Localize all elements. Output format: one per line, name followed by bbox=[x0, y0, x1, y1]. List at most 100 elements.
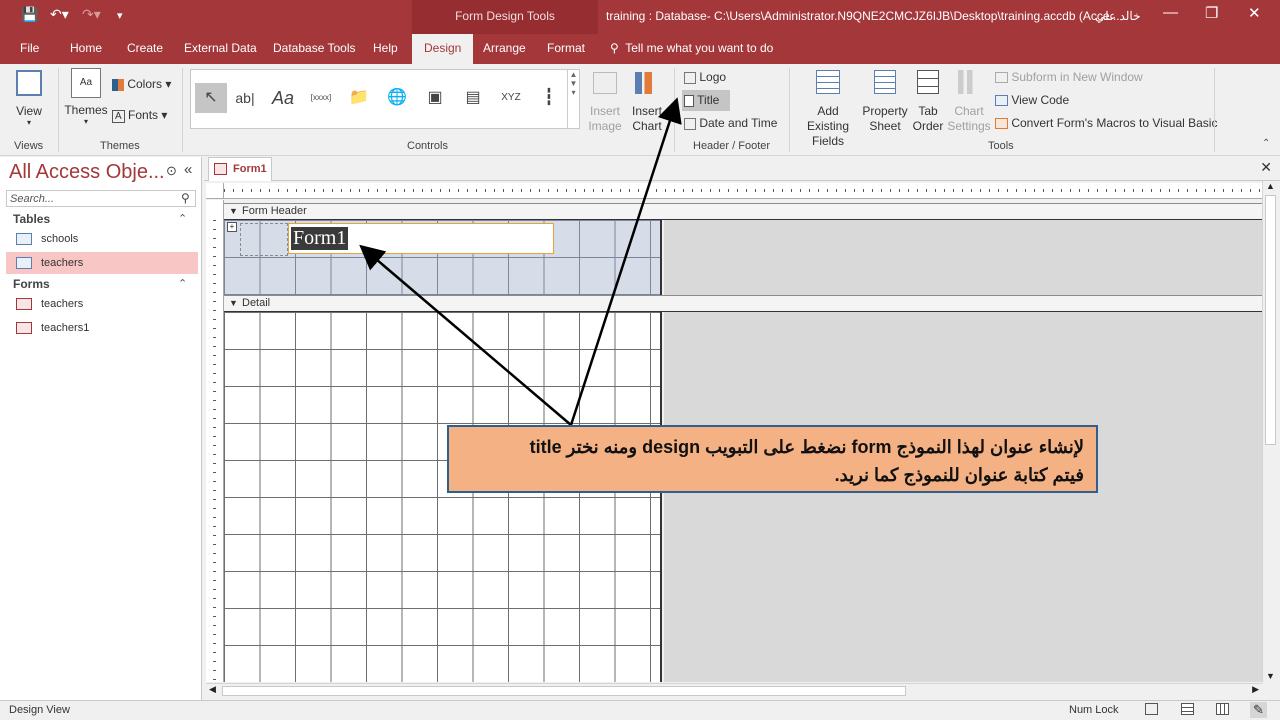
status-bar: Design View Num Lock ✎ bbox=[0, 700, 1280, 720]
document-tab-form1[interactable]: Form1 bbox=[208, 157, 272, 181]
tab-arrange[interactable]: Arrange bbox=[483, 41, 526, 55]
user-name[interactable]: خالد علي bbox=[1095, 9, 1141, 23]
convert-macros-button[interactable]: Convert Form's Macros to Visual Basic bbox=[995, 116, 1217, 130]
form-selector[interactable] bbox=[206, 183, 224, 199]
restore-icon[interactable]: ❐ bbox=[1205, 4, 1218, 22]
web-browser-control-icon[interactable]: ▣ bbox=[419, 83, 451, 113]
form-title-label[interactable]: Form1 bbox=[288, 223, 554, 254]
tab-external-data[interactable]: External Data bbox=[184, 41, 257, 55]
scroll-down-icon[interactable]: ▼ bbox=[1266, 671, 1275, 681]
label-control-icon[interactable]: Aa bbox=[267, 83, 299, 113]
tab-order-button[interactable]: Tab Order bbox=[911, 70, 945, 134]
add-existing-fields-button[interactable]: Add Existing Fields bbox=[796, 70, 860, 149]
insert-image-button[interactable]: Insert Image bbox=[586, 72, 624, 134]
fonts-button[interactable]: A Fonts ▾ bbox=[112, 108, 167, 123]
detail-section[interactable] bbox=[224, 312, 662, 682]
chart-icon bbox=[635, 72, 659, 94]
logo-button[interactable]: Logo bbox=[684, 70, 726, 84]
page-break-icon[interactable]: ┇ bbox=[533, 83, 565, 113]
chart-settings-button[interactable]: Chart Settings bbox=[947, 70, 991, 134]
horizontal-scroll-thumb[interactable] bbox=[222, 686, 906, 696]
view-code-icon bbox=[995, 95, 1008, 107]
tab-create[interactable]: Create bbox=[127, 41, 163, 55]
form-view-icon[interactable] bbox=[1145, 703, 1158, 715]
status-view-label: Design View bbox=[9, 704, 70, 716]
controls-group-label: Controls bbox=[407, 140, 448, 152]
collapse-ribbon-icon[interactable]: ⌃ bbox=[1262, 138, 1270, 149]
tab-database-tools[interactable]: Database Tools bbox=[273, 41, 356, 55]
minimize-icon[interactable]: — bbox=[1163, 4, 1178, 21]
tab-file[interactable]: File bbox=[20, 41, 39, 55]
select-pointer-icon[interactable]: ↖ bbox=[195, 83, 227, 113]
save-icon[interactable]: 💾 bbox=[21, 6, 38, 23]
tables-collapse-icon[interactable]: ⌃ bbox=[178, 212, 187, 225]
nav-search-input[interactable]: Search... bbox=[6, 190, 196, 207]
nav-menu-icon[interactable]: ⊙ bbox=[166, 163, 177, 179]
tab-home[interactable]: Home bbox=[70, 41, 102, 55]
customize-toolbar-icon[interactable]: ▾ bbox=[117, 9, 123, 22]
title-button[interactable]: Title bbox=[682, 90, 730, 111]
tab-design[interactable]: Design bbox=[412, 34, 474, 64]
nav-header-tables[interactable]: Tables bbox=[13, 212, 50, 226]
view-button[interactable]: View ▾ bbox=[14, 70, 44, 127]
redo-icon[interactable]: ↷▾ bbox=[82, 6, 101, 23]
forms-collapse-icon[interactable]: ⌃ bbox=[178, 277, 187, 290]
datasheet-view-icon[interactable] bbox=[1181, 703, 1194, 715]
hyperlink-control-icon[interactable]: 🌐 bbox=[381, 83, 413, 113]
logo-icon bbox=[684, 71, 696, 84]
window-title: training : Database- C:\Users\Administra… bbox=[606, 9, 1120, 23]
button-control-icon[interactable]: [xxxx] bbox=[305, 83, 337, 113]
tab-format[interactable]: Format bbox=[547, 41, 585, 55]
gallery-scroll[interactable]: ▲ ▼ ▾ bbox=[567, 70, 579, 128]
scroll-left-icon[interactable]: ◀ bbox=[209, 684, 216, 695]
close-icon[interactable]: ✕ bbox=[1248, 4, 1261, 22]
design-view-icon[interactable]: ✎ bbox=[1250, 702, 1267, 718]
property-sheet-button[interactable]: Property Sheet bbox=[861, 70, 909, 134]
nav-header-forms[interactable]: Forms bbox=[13, 277, 50, 291]
date-time-button[interactable]: Date and Time bbox=[684, 116, 777, 130]
nav-item-form[interactable]: teachers bbox=[6, 293, 198, 315]
option-group-icon[interactable]: XYZ bbox=[495, 83, 527, 113]
section-arrow-icon: ▼ bbox=[229, 298, 238, 308]
detail-bar[interactable]: ▼ Detail bbox=[224, 295, 1262, 312]
move-handle-icon[interactable]: + bbox=[227, 222, 237, 232]
vertical-scroll-thumb[interactable] bbox=[1265, 195, 1276, 445]
vertical-scrollbar[interactable]: ▲ ▼ bbox=[1262, 181, 1278, 683]
insert-chart-button[interactable]: Insert Chart bbox=[628, 72, 666, 134]
scroll-up-icon[interactable]: ▲ bbox=[1266, 181, 1275, 191]
section-selector-header[interactable] bbox=[206, 200, 224, 220]
nav-item-table[interactable]: teachers bbox=[6, 252, 198, 274]
undo-icon[interactable]: ↶▾ bbox=[50, 6, 69, 23]
themes-icon: Aa bbox=[71, 68, 101, 98]
close-document-icon[interactable]: ✕ bbox=[1260, 159, 1272, 176]
form-header-bar[interactable]: ▼ Form Header bbox=[224, 203, 1262, 220]
num-lock-indicator: Num Lock bbox=[1069, 704, 1119, 716]
tab-help[interactable]: Help bbox=[373, 41, 398, 55]
colors-button[interactable]: Colors ▾ bbox=[112, 77, 171, 91]
table-icon bbox=[16, 257, 32, 269]
themes-button[interactable]: Aa Themes ▾ bbox=[64, 68, 108, 126]
section-arrow-icon: ▼ bbox=[229, 206, 238, 216]
layout-placeholder[interactable] bbox=[240, 223, 288, 256]
fields-list-icon bbox=[816, 70, 840, 94]
navigation-control-icon[interactable]: ▤ bbox=[457, 83, 489, 113]
nav-item-form[interactable]: teachers1 bbox=[6, 317, 198, 339]
collapse-pane-icon[interactable]: « bbox=[184, 161, 192, 178]
search-icon[interactable]: ⚲ bbox=[181, 191, 190, 205]
themes-group-label: Themes bbox=[100, 140, 140, 152]
views-group-label: Views bbox=[14, 140, 44, 152]
tab-control-icon[interactable]: 📁 bbox=[343, 83, 375, 113]
view-code-button[interactable]: View Code bbox=[995, 93, 1069, 107]
vertical-ruler bbox=[206, 220, 224, 682]
nav-item-table[interactable]: schools bbox=[6, 228, 198, 250]
subform-new-window-button[interactable]: Subform in New Window bbox=[995, 70, 1143, 84]
nav-pane-title[interactable]: All Access Obje... bbox=[9, 161, 165, 184]
instruction-callout: لإنشاء عنوان لهذا النموذج form نضغط على … bbox=[447, 425, 1098, 493]
tab-order-icon bbox=[917, 70, 939, 94]
form-icon bbox=[16, 298, 32, 310]
scroll-right-icon[interactable]: ▶ bbox=[1252, 684, 1259, 695]
layout-view-icon[interactable] bbox=[1216, 703, 1229, 715]
tell-me-box[interactable]: ⚲ Tell me what you want to do bbox=[610, 41, 773, 55]
textbox-control-icon[interactable]: ab| bbox=[229, 83, 261, 113]
horizontal-scrollbar[interactable]: ◀ ▶ bbox=[206, 683, 1262, 698]
